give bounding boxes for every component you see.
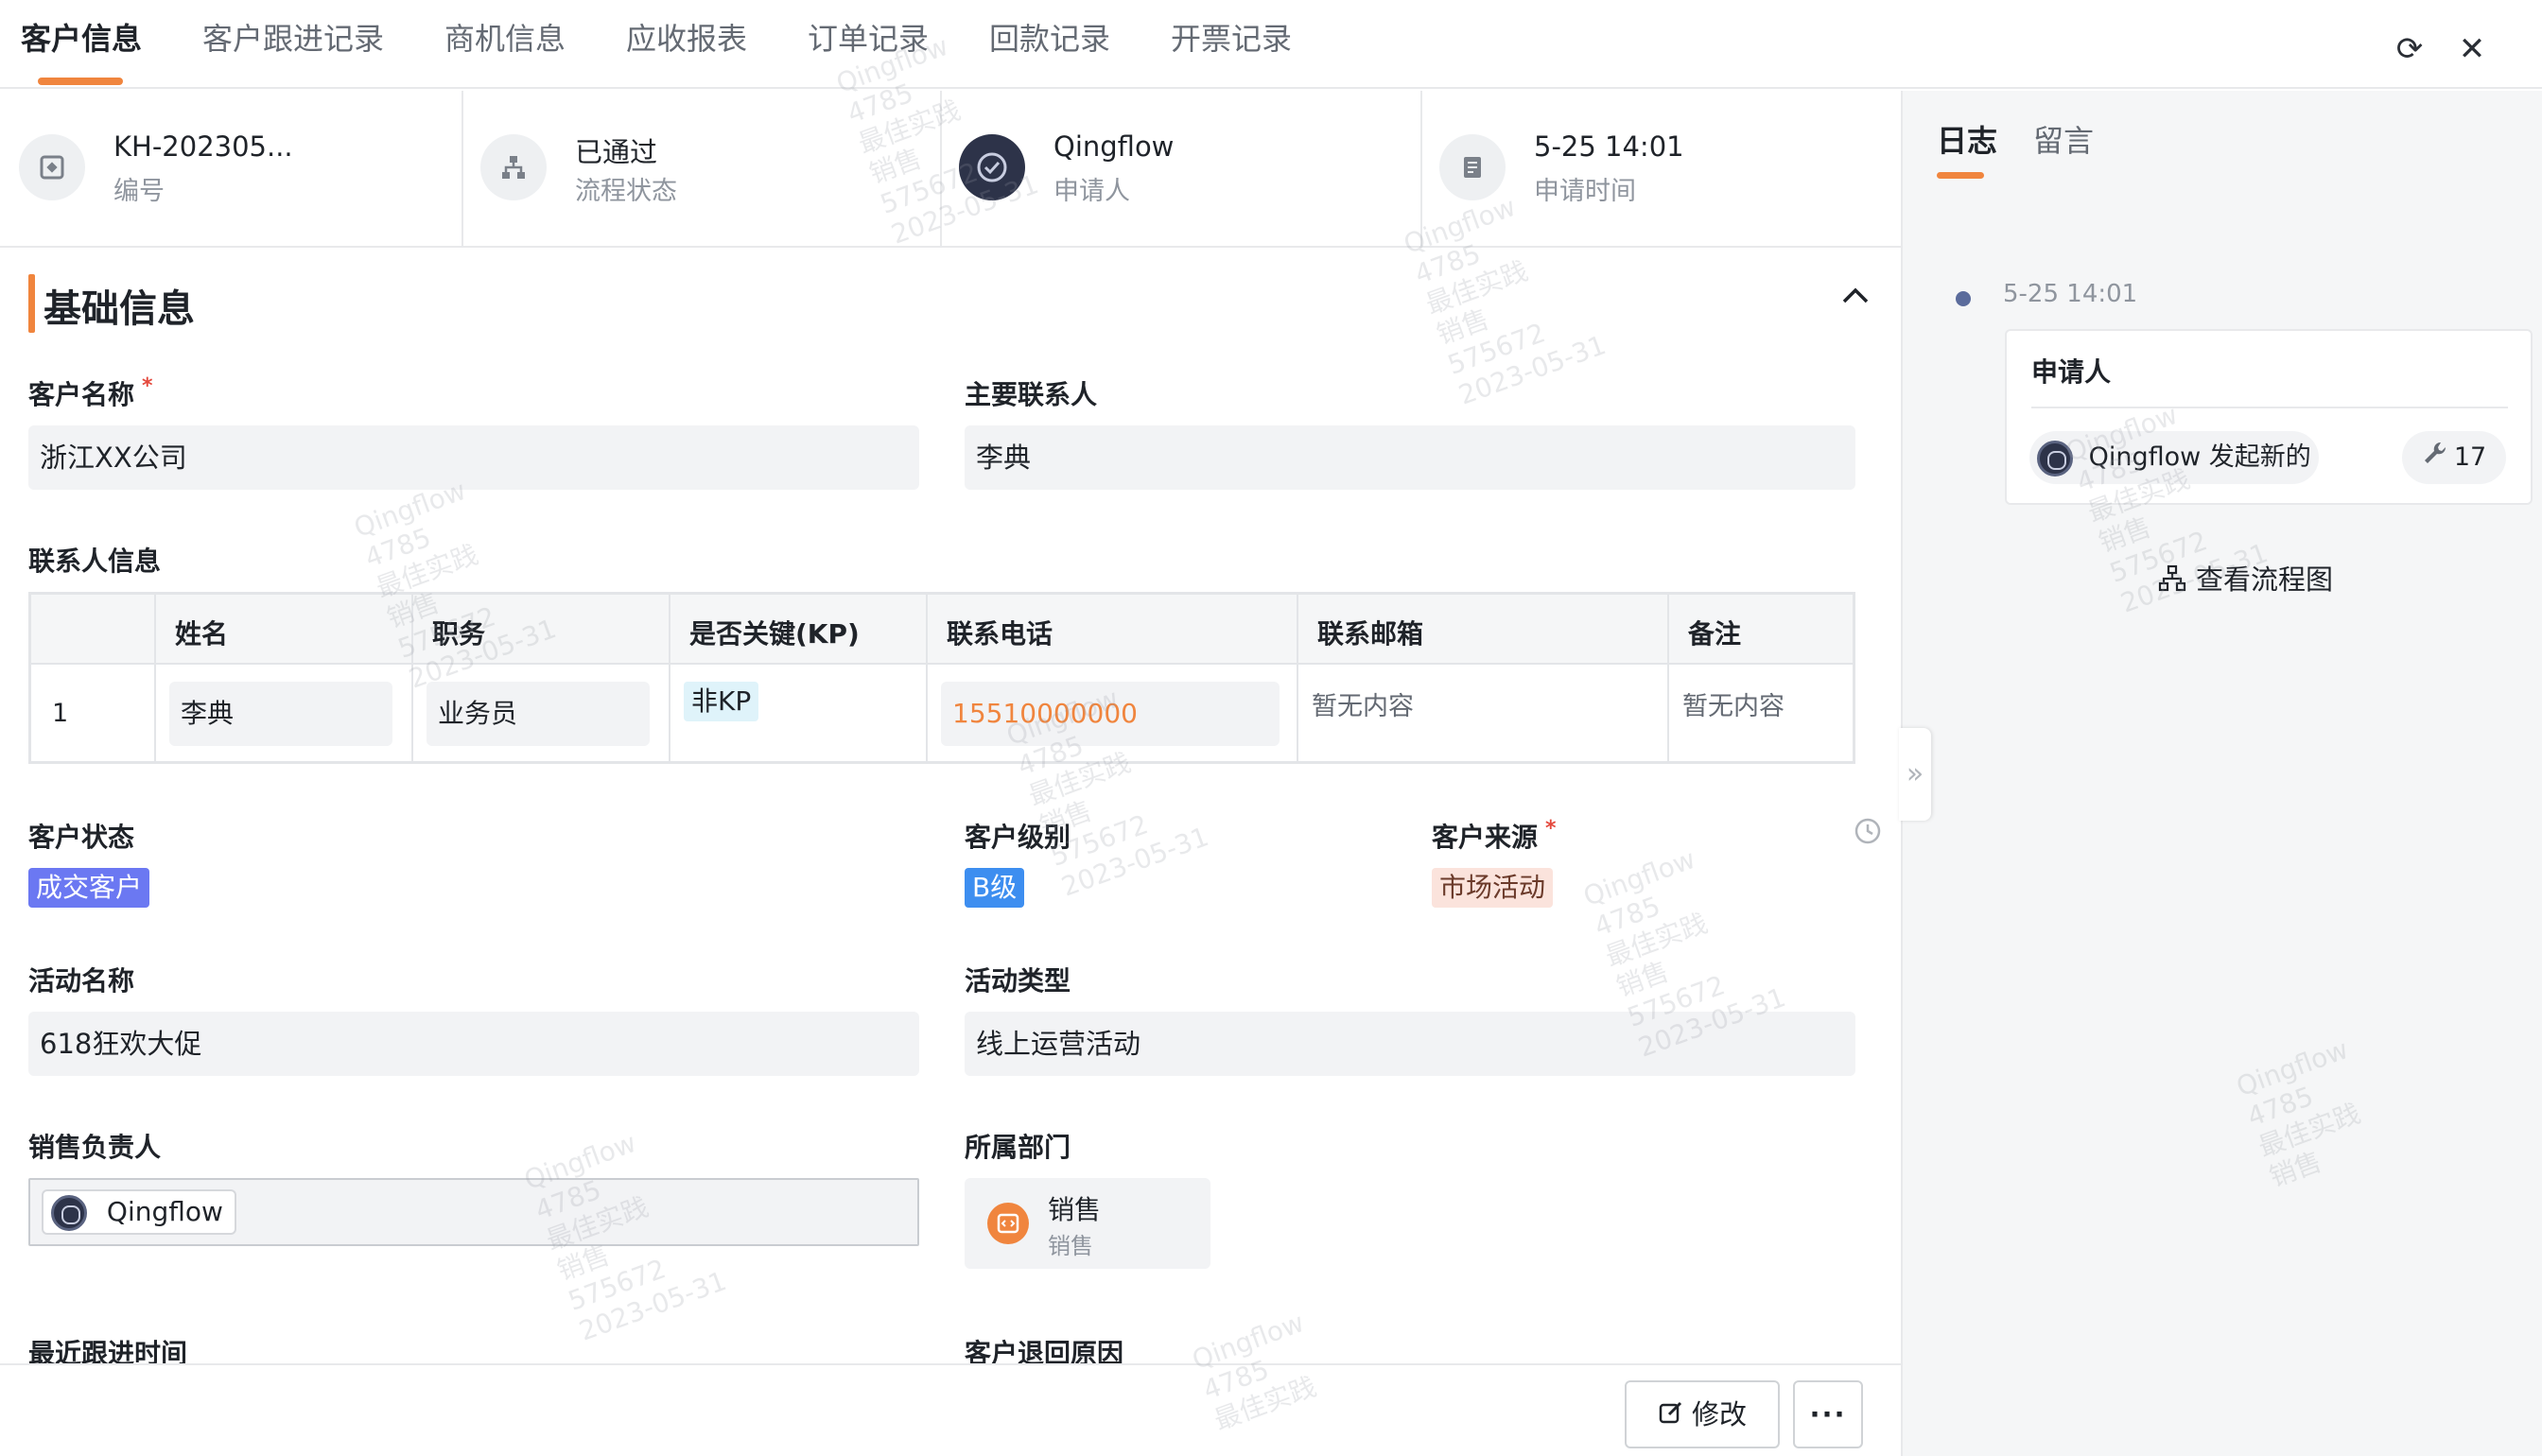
log-card: 申请人 Qingflow 发起新的 17 [2005,329,2533,505]
contact-note-cell: 暂无内容 [1682,692,1785,721]
section-title: 基础信息 [44,287,195,331]
summary-status: 已通过 流程状态 [461,91,940,248]
edit-icon [1658,1384,1684,1448]
customer-level-tag: B级 [965,868,1025,908]
close-icon[interactable]: ✕ [2455,32,2489,66]
activity-name-label: 活动名称 [28,965,135,997]
chevron-up-icon[interactable] [1837,276,1874,314]
avatar [2037,440,2073,477]
activity-type-field[interactable]: 线上运营活动 [965,1012,1855,1076]
activity-type-label: 活动类型 [965,965,1071,997]
record-summary: KH-202305... 编号 已通过 流程状态 Qingflow 申请人 5-… [0,91,1901,248]
column-header-name: 姓名 [175,618,229,650]
customer-name-label: 客户名称 * [28,374,153,410]
more-button[interactable]: ··· [1793,1380,1863,1448]
column-header-note: 备注 [1688,618,1742,650]
avatar-icon [959,134,1025,200]
main-contact-label: 主要联系人 [965,379,1098,410]
customer-source-tag: 市场活动 [1432,868,1554,908]
department-name: 销售 [1048,1194,1102,1225]
member-name: Qingflow [106,1196,223,1227]
log-actor: Qingflow 发起新的 [2088,442,2311,472]
contact-info-label: 联系人信息 [28,546,162,577]
process-status: 已通过 [575,136,658,168]
tab-follow-records[interactable]: 客户跟进记录 [202,15,384,59]
main-contact-field[interactable]: 李典 [965,425,1855,490]
summary-id: KH-202305... 编号 [0,91,461,248]
column-header-email: 联系邮箱 [1317,618,1424,650]
node-count-pill[interactable]: 17 [2402,431,2506,484]
tab-receivables[interactable]: 应收报表 [626,15,747,59]
row-index: 1 [52,699,69,728]
avatar [51,1195,87,1231]
log-actor-pill: Qingflow 发起新的 [2029,431,2319,484]
active-tab-indicator [38,78,123,85]
process-status-label: 流程状态 [575,177,677,206]
node-count: 17 [2453,442,2487,472]
tab-log[interactable]: 日志 [1937,117,1997,161]
kp-tag: 非KP [684,682,759,721]
refresh-icon[interactable]: ⟳ [2393,32,2427,66]
action-bar: 修改 ··· [0,1363,1901,1456]
contact-phone-cell[interactable]: 15510000000 [941,682,1280,746]
section-accent-bar [28,274,35,333]
sales-owner-label: 销售负责人 [28,1132,162,1163]
tab-payments[interactable]: 回款记录 [989,15,1110,59]
apply-time: 5-25 14:01 [1534,130,1684,163]
summary-apply-time: 5-25 14:01 申请时间 [1420,91,1901,248]
tab-comments[interactable]: 留言 [2033,117,2094,161]
contact-name-cell[interactable]: 李典 [169,682,392,746]
customer-status-tag: 成交客户 [28,868,150,908]
edit-button[interactable]: 修改 [1625,1380,1780,1448]
applicant-name: Qingflow [1053,130,1175,163]
flowchart-icon [2158,564,2186,599]
sales-owner-field[interactable]: Qingflow [28,1178,919,1246]
view-flow-link[interactable]: 查看流程图 [2158,558,2333,599]
top-tab-bar: 客户信息 客户跟进记录 商机信息 应收报表 订单记录 回款记录 开票记录 ⟳ ✕ [0,0,2542,89]
member-chip: Qingflow [42,1189,236,1235]
column-header-phone: 联系电话 [947,618,1053,650]
customer-name-field[interactable]: 浙江XX公司 [28,425,919,490]
summary-applicant: Qingflow 申请人 [940,91,1420,248]
tag-icon [19,134,85,200]
customer-level-label: 客户级别 [965,822,1071,853]
wrench-icon [2422,432,2448,485]
panel-collapse-handle[interactable]: » [1899,728,1931,821]
contact-email-cell: 暂无内容 [1312,692,1414,721]
record-id-label: 编号 [113,177,165,206]
log-time: 5-25 14:01 [2003,280,2138,308]
table-header-row: 姓名 职务 是否关键(KP) 联系电话 联系邮箱 备注 [31,595,1853,665]
clock-doc-icon [1439,134,1506,200]
department-card[interactable]: 销售 销售 [965,1178,1210,1269]
timeline-dot [1956,291,1971,306]
activity-panel: 日志 留言 5-25 14:01 申请人 Qingflow 发起新的 17 查看… [1901,91,2542,1456]
activity-name-field[interactable]: 618狂欢大促 [28,1012,919,1076]
department-icon [987,1203,1029,1244]
tab-opportunity[interactable]: 商机信息 [444,15,566,59]
applicant-label: 申请人 [1053,177,1130,206]
active-tab-indicator [1937,172,1984,179]
record-id: KH-202305... [113,130,293,163]
contact-title-cell[interactable]: 业务员 [427,682,650,746]
tab-orders[interactable]: 订单记录 [808,15,929,59]
customer-source-label: 客户来源 * [1432,817,1557,853]
history-icon[interactable] [1854,817,1882,845]
tab-customer-info[interactable]: 客户信息 [21,15,142,59]
department-label: 所属部门 [965,1132,1071,1163]
column-header-kp: 是否关键(KP) [689,618,860,650]
customer-status-label: 客户状态 [28,822,135,853]
department-sub: 销售 [1048,1233,1093,1259]
column-header-title: 职务 [432,618,486,650]
contact-table: 姓名 职务 是否关键(KP) 联系电话 联系邮箱 备注 1 李典 业务员 非KP… [28,592,1855,764]
apply-time-label: 申请时间 [1534,177,1636,206]
tab-invoices[interactable]: 开票记录 [1171,15,1292,59]
log-card-title: 申请人 [2031,356,2112,388]
flow-icon [480,134,547,200]
